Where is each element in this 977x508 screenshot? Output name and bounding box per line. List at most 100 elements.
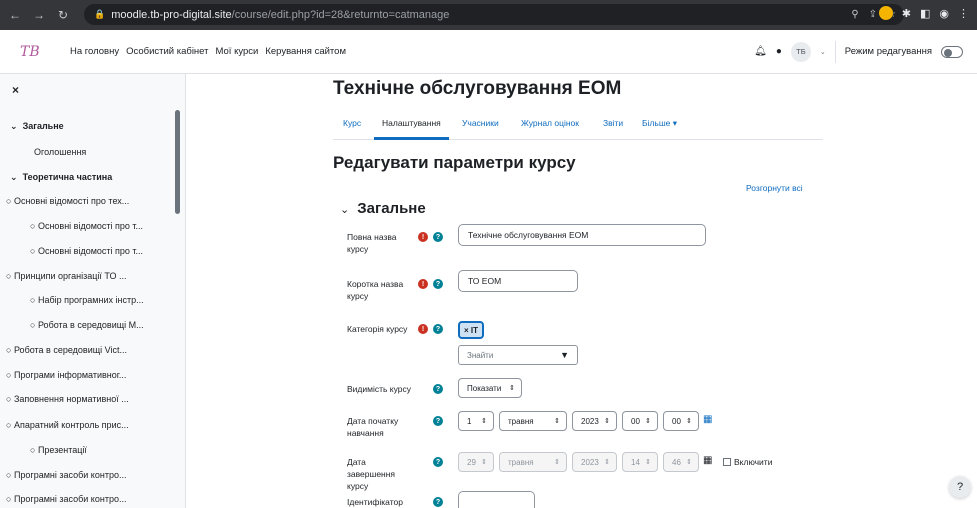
extension-icon[interactable]	[878, 6, 893, 20]
updown-icon: ⇕	[481, 459, 487, 466]
help-icon[interactable]: ?	[433, 497, 443, 507]
chat-icon[interactable]: ●	[776, 46, 782, 57]
drawer-item[interactable]: ○ Програмні засоби контро...	[6, 494, 126, 504]
enddate-hour[interactable]: 14 ⇕	[622, 452, 658, 472]
help-button[interactable]: ?	[949, 476, 971, 498]
profile-icon[interactable]: ◉	[939, 7, 949, 20]
circle-icon: ○	[6, 271, 12, 281]
circle-icon: ○	[6, 394, 12, 404]
help-icon[interactable]: ?	[433, 416, 443, 426]
help-icon[interactable]: ?	[433, 324, 443, 334]
address-bar[interactable]: 🔒 moodle.tb-pro-digital.site/course/edit…	[84, 4, 904, 25]
drawer-item-label: Набір програмних інстр...	[37, 295, 144, 305]
startdate-minute[interactable]: 00 ⇕	[663, 411, 699, 431]
drawer-section-theory[interactable]: ⌄ Теоретична частина	[10, 172, 112, 183]
category-tag[interactable]: × IT	[458, 321, 485, 339]
fullname-input[interactable]: Технічне обслуговування ЕОМ	[458, 224, 706, 246]
primary-navigation: На головну Особистий кабінет Мої курси К…	[70, 46, 346, 57]
url-path: /course/edit.php?id=28&returnto=catmanag…	[231, 8, 450, 21]
help-icon[interactable]: ?	[433, 457, 443, 467]
nav-my-courses[interactable]: Мої курси	[216, 46, 259, 57]
category-search[interactable]: Знайти ▼	[458, 345, 578, 365]
puzzle-icon[interactable]: ✱	[902, 7, 911, 20]
expand-all-link[interactable]: Розгорнути всі	[746, 183, 803, 193]
bell-icon[interactable]: 🔔︎	[754, 46, 767, 57]
calendar-icon[interactable]: ▦	[703, 455, 712, 466]
back-icon[interactable]: ←	[8, 8, 22, 22]
circle-icon: ○	[30, 320, 36, 330]
forward-icon[interactable]: →	[32, 8, 46, 22]
drawer-item[interactable]: ○ Принципи організації ТО ...	[6, 271, 126, 281]
drawer-item[interactable]: ○ Презентації	[30, 445, 87, 455]
nav-dashboard[interactable]: Особистий кабінет	[126, 46, 208, 57]
drawer-item[interactable]: ○ Програмні засоби контро...	[6, 470, 126, 480]
divider	[834, 40, 836, 63]
updown-icon: ⇕	[509, 385, 515, 392]
drawer-item-label: Апаратний контроль прис...	[13, 420, 129, 430]
tab-settings[interactable]: Налаштування	[382, 118, 441, 128]
startdate-day[interactable]: 1 ⇕	[458, 411, 494, 431]
drawer-scrollbar[interactable]	[175, 110, 180, 214]
avatar[interactable]: ТБ	[790, 41, 811, 62]
help-icon[interactable]: ?	[433, 384, 443, 394]
drawer-item[interactable]: ○ Основні відомості про т...	[30, 246, 143, 256]
visibility-select[interactable]: Показати ⇕	[458, 378, 522, 398]
help-icon[interactable]: ?	[433, 279, 443, 289]
edit-mode-toggle[interactable]	[941, 45, 963, 58]
enddate-minute[interactable]: 46 ⇕	[663, 452, 699, 472]
reload-icon[interactable]: ↻	[56, 8, 70, 22]
tab-reports[interactable]: Звіти	[603, 118, 623, 128]
edit-mode-label: Режим редагування	[844, 46, 932, 57]
share-icon[interactable]: ⇪	[869, 9, 877, 20]
enddate-day[interactable]: 29 ⇕	[458, 452, 494, 472]
updown-icon: ⇕	[604, 459, 610, 466]
required-icon: !	[418, 324, 428, 334]
drawer-item[interactable]: ○ Робота в середовищі М...	[30, 320, 144, 330]
shortname-input[interactable]: ТО ЕОМ	[458, 270, 578, 292]
sidepanel-icon[interactable]: ◧	[920, 7, 930, 20]
chevron-down-icon[interactable]: ⌄	[820, 48, 826, 56]
drawer-item[interactable]: ○ Апаратний контроль прис...	[6, 420, 129, 430]
startdate-year[interactable]: 2023 ⇕	[572, 411, 617, 431]
calendar-icon[interactable]: ▦	[703, 414, 712, 425]
close-icon[interactable]: ×	[12, 83, 19, 97]
drawer-item[interactable]: ○ Набір програмних інстр...	[30, 295, 144, 305]
drawer-item-label: Заповнення нормативної ...	[13, 394, 129, 404]
zoom-icon[interactable]: ⚲	[851, 9, 858, 20]
section-header[interactable]: ⌄ Загальне	[340, 200, 426, 217]
section-title: Загальне	[357, 200, 426, 217]
chevron-down-icon[interactable]: ⌄	[10, 121, 18, 131]
drawer-item[interactable]: ○ Основні відомості про т...	[30, 221, 143, 231]
enddate-enable[interactable]: Включити	[723, 457, 772, 467]
drawer-section-general[interactable]: ⌄ Загальне	[10, 121, 64, 132]
drawer-item-label: Основні відомості про тех...	[13, 196, 130, 206]
drawer-item[interactable]: ○ Основні відомості про тех...	[6, 196, 129, 206]
drawer-item[interactable]: ○ Програми інформативног...	[6, 370, 126, 380]
updown-icon: ⇕	[645, 418, 651, 425]
enddate-month[interactable]: травня ⇕	[499, 452, 567, 472]
nav-home[interactable]: На головну	[70, 46, 119, 57]
enddate-year[interactable]: 2023 ⇕	[572, 452, 617, 472]
required-icon: !	[418, 279, 428, 289]
tab-course[interactable]: Курс	[343, 118, 361, 128]
tab-more[interactable]: Більше ▾	[642, 118, 677, 129]
help-icon[interactable]: ?	[433, 232, 443, 242]
nav-site-admin[interactable]: Керування сайтом	[265, 46, 346, 57]
drawer-item[interactable]: ○ Заповнення нормативної ...	[6, 394, 129, 404]
menu-icon[interactable]: ⋮	[958, 7, 969, 20]
chevron-down-icon[interactable]: ⌄	[340, 204, 349, 216]
drawer-item[interactable]: ○ Робота в середовищі Vict...	[6, 345, 127, 355]
startdate-hour[interactable]: 00 ⇕	[622, 411, 658, 431]
chevron-down-icon[interactable]: ⌄	[10, 172, 18, 182]
browser-toolbar: ← → ↻ 🔒 moodle.tb-pro-digital.site/cours…	[0, 0, 977, 30]
tab-participants[interactable]: Учасники	[462, 118, 499, 128]
site-logo[interactable]: TB	[20, 44, 50, 60]
idnumber-input[interactable]	[458, 491, 535, 508]
circle-icon: ○	[6, 494, 12, 504]
enable-checkbox[interactable]	[723, 458, 731, 466]
startdate-month[interactable]: травня ⇕	[499, 411, 567, 431]
circle-icon: ○	[6, 420, 12, 430]
circle-icon: ○	[30, 221, 36, 231]
drawer-item[interactable]: Оголошення	[34, 147, 86, 157]
tab-grades[interactable]: Журнал оцінок	[521, 118, 579, 128]
